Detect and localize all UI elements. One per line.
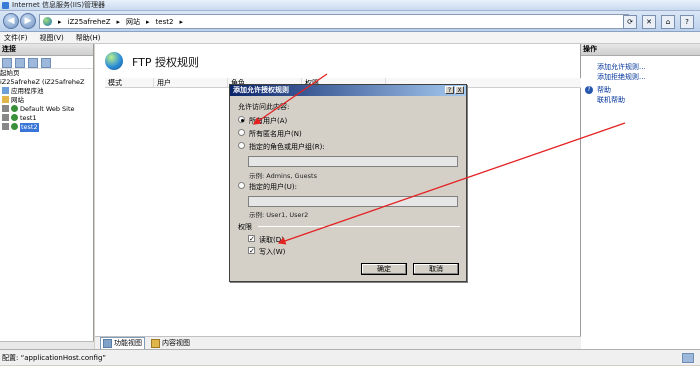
arrow-to-all-users <box>252 73 328 125</box>
arrow-to-read-permission <box>277 122 626 245</box>
annotation-arrows <box>252 73 626 245</box>
